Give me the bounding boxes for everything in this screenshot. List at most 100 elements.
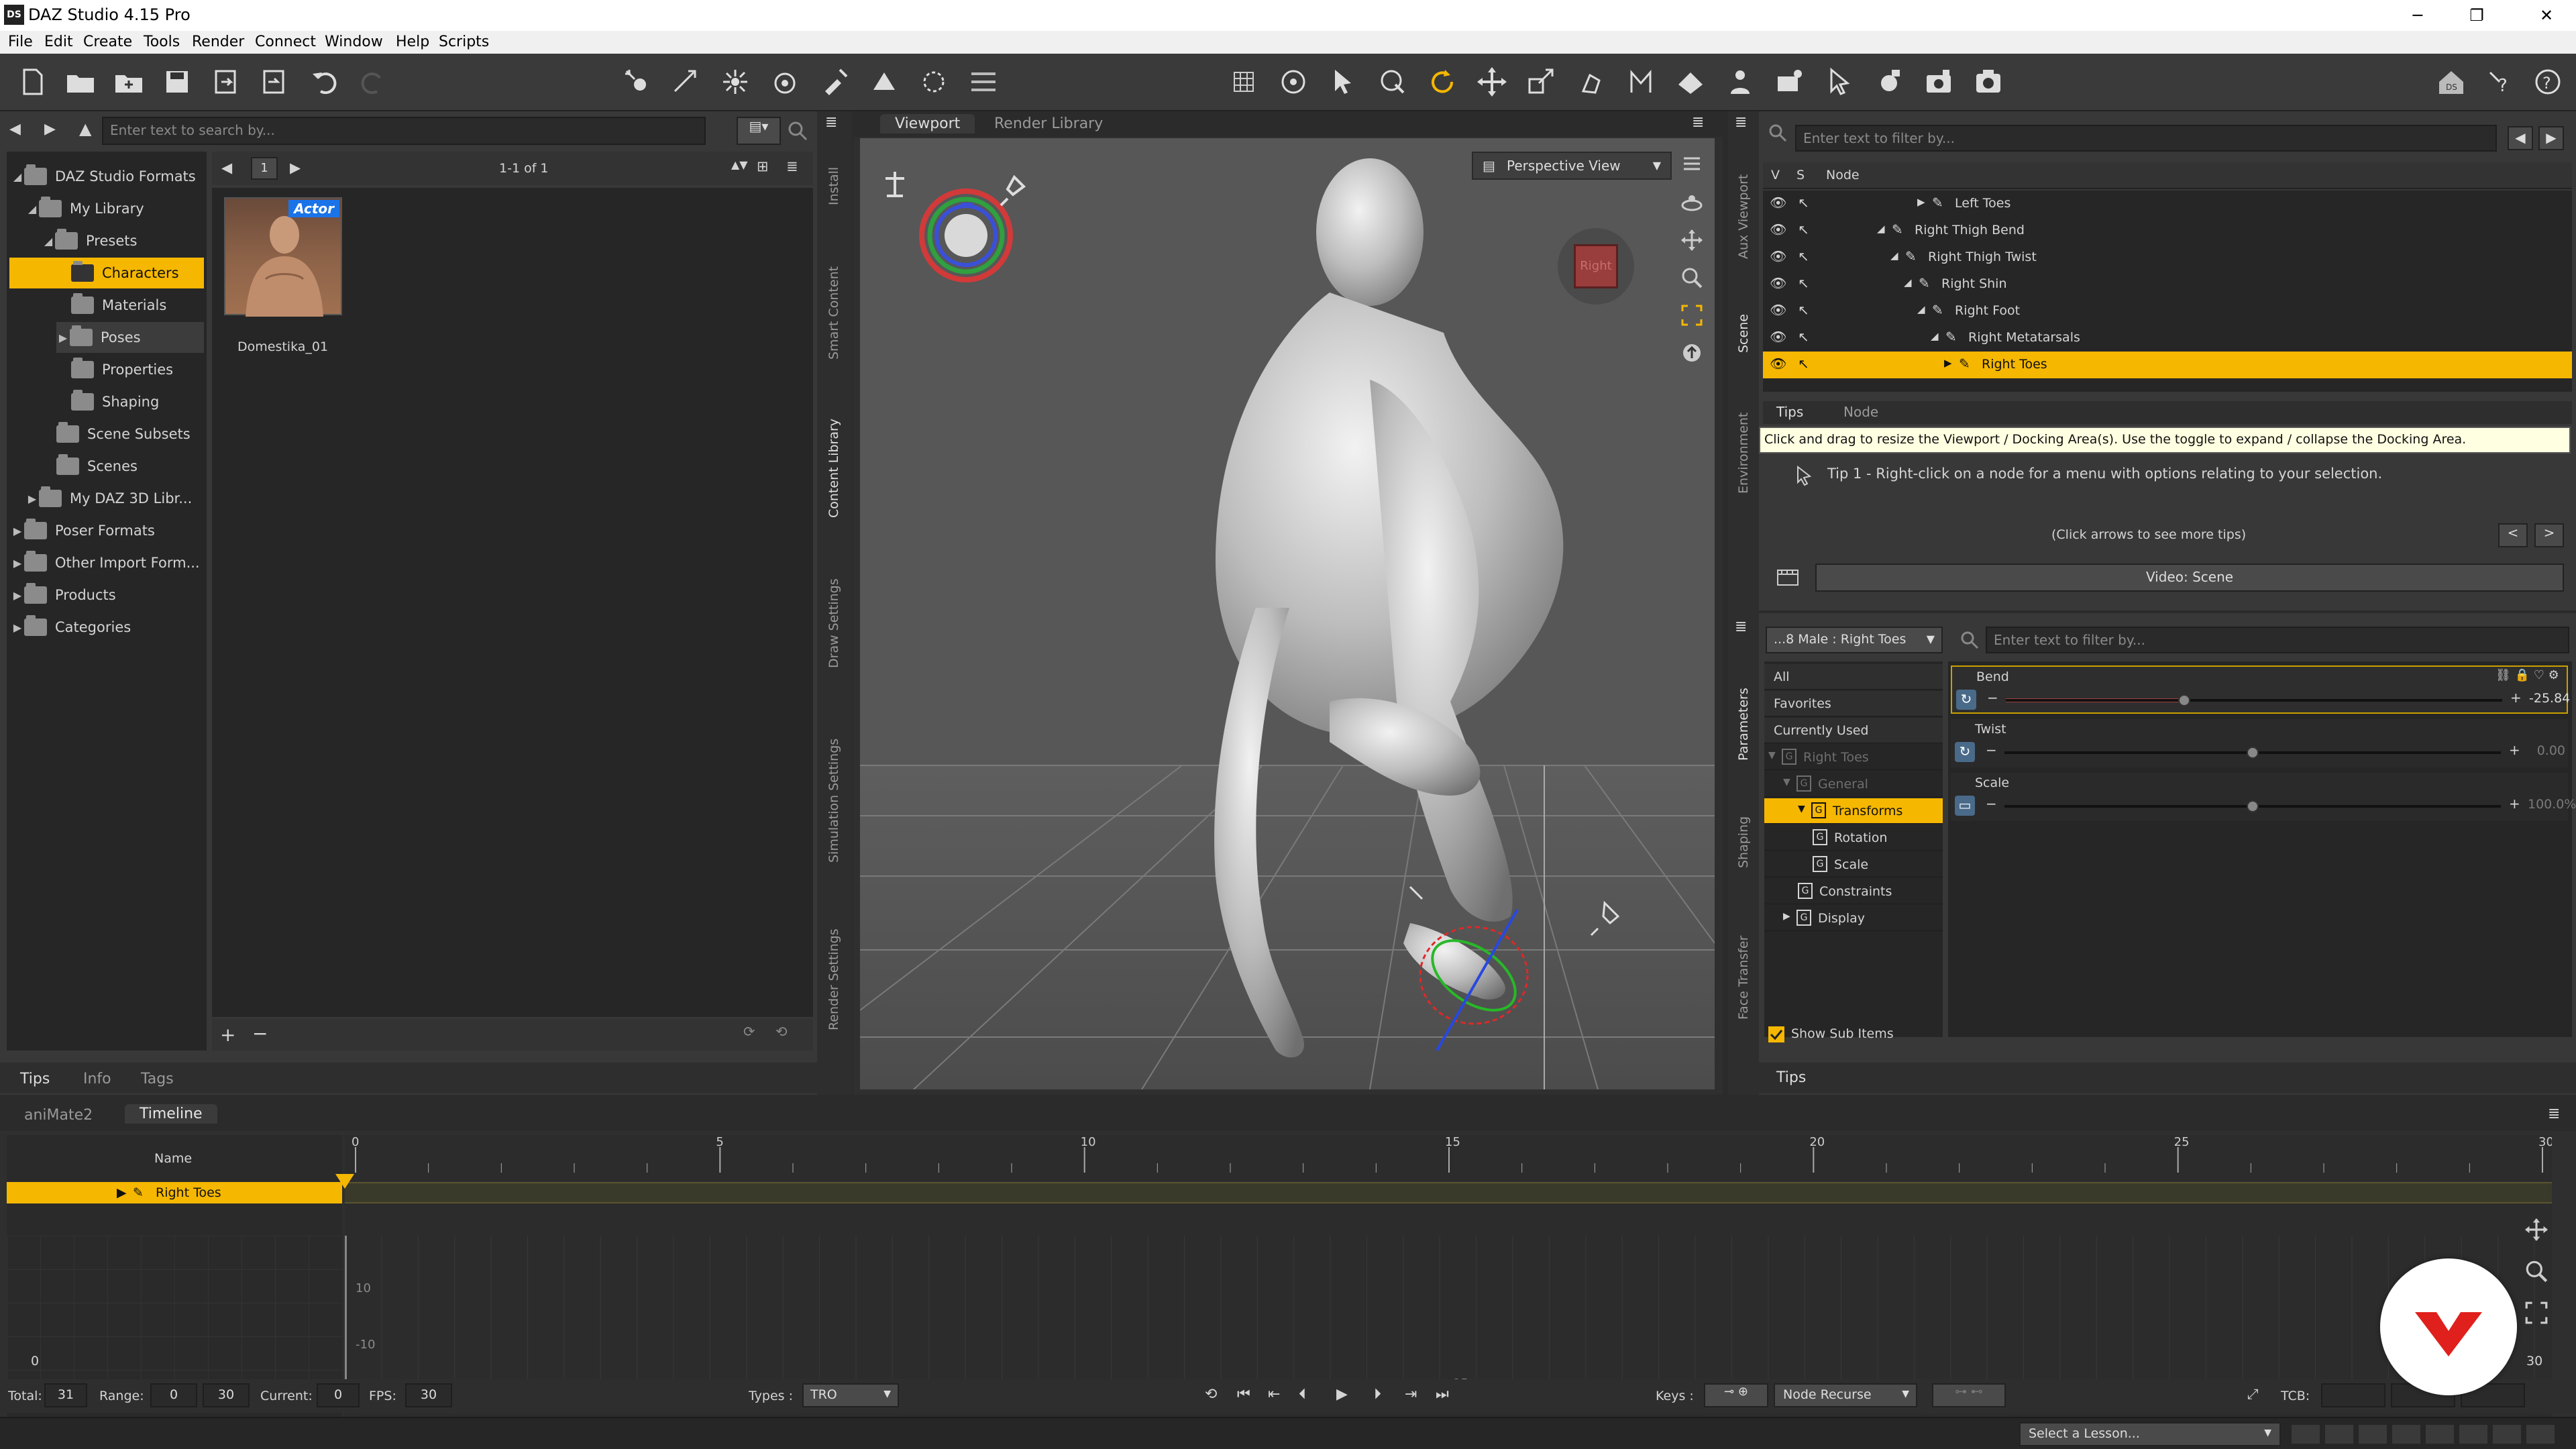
total-field[interactable]: 31 — [44, 1383, 87, 1407]
key-interpolation-icon[interactable]: ⊶ ⊷ — [1932, 1383, 2006, 1407]
menu-help[interactable]: Help — [396, 34, 429, 50]
timeline-zoom-icon[interactable] — [2524, 1258, 2549, 1284]
skip-end-icon[interactable]: ⏭ — [1436, 1386, 1449, 1403]
menu-window[interactable]: Window — [325, 34, 383, 50]
tree-item-scenes[interactable]: Scenes — [56, 451, 138, 482]
vtab-aux-viewport[interactable]: Aux Viewport — [1736, 174, 1751, 259]
search-icon[interactable] — [786, 119, 809, 142]
loop-icon[interactable]: ⟲ — [1205, 1386, 1217, 1403]
tree-item-my-library[interactable]: ◢ My Library — [25, 193, 144, 224]
refresh-icon[interactable]: ⟳ — [743, 1024, 755, 1040]
scene-node-row[interactable]: 👁 ↖ ▶ ✎ Left Toes — [1763, 191, 2572, 217]
tree-item-my-daz-3d-library[interactable]: ▶ My DAZ 3D Libr... — [25, 483, 192, 514]
vtab-shaping[interactable]: Shaping — [1736, 816, 1751, 868]
remove-icon[interactable]: − — [252, 1022, 268, 1044]
tab-tips[interactable]: Tips — [1776, 404, 1803, 420]
parameter-category-row[interactable]: G Scale — [1764, 852, 1943, 877]
scene-node-row[interactable]: 👁 ↖ ◢ ✎ Right Thigh Bend — [1763, 217, 2572, 244]
range-end-field[interactable]: 30 — [203, 1383, 250, 1407]
geometry-editor-icon[interactable] — [867, 64, 902, 99]
vtab-content-library[interactable]: Content Library — [826, 419, 841, 518]
menu-render[interactable]: Render — [192, 34, 244, 50]
collapse-arrow-icon[interactable]: ▶ — [11, 621, 24, 634]
menu-connect[interactable]: Connect — [255, 34, 316, 50]
collapse-arrow-icon[interactable]: ▶ — [1944, 357, 1952, 369]
slider-track[interactable] — [2006, 699, 2502, 702]
surface-icon[interactable] — [1673, 64, 1708, 99]
parameter-category-row[interactable]: ▼ G Transforms — [1764, 798, 1943, 824]
universal-tool-icon[interactable] — [1276, 64, 1311, 99]
tree-item-daz-studio-formats[interactable]: ◢ DAZ Studio Formats — [11, 161, 196, 192]
expand-arrow-icon[interactable]: ▼ — [1768, 750, 1776, 761]
decrement-icon[interactable]: − — [1987, 690, 1998, 706]
skip-start-icon[interactable]: ⏮ — [1237, 1386, 1250, 1403]
visibility-eye-icon[interactable]: 👁 — [1770, 275, 1786, 291]
tab-tips[interactable]: Tips — [1776, 1069, 1806, 1086]
scene-prev-icon[interactable]: ◀ — [2508, 126, 2533, 150]
nav-up-icon[interactable]: ▲ — [79, 119, 91, 138]
parameter-category-row[interactable]: ▼ G General — [1764, 771, 1943, 797]
render-camera-icon[interactable] — [1921, 64, 1956, 99]
expand-arrow-icon[interactable]: ◢ — [42, 235, 55, 248]
spotlight-icon[interactable] — [767, 64, 802, 99]
nav-back-icon[interactable]: ◀ — [9, 121, 21, 138]
expand-arrow-icon[interactable]: ◢ — [1904, 276, 1912, 288]
merge-folder-icon[interactable] — [111, 64, 146, 99]
tab-tips[interactable]: Tips — [20, 1071, 50, 1087]
lesson-step-button[interactable] — [2392, 1425, 2420, 1444]
expand-arrow-icon[interactable]: ◢ — [25, 203, 39, 215]
geometry-sculptor-icon[interactable] — [916, 64, 951, 99]
collapse-arrow-icon[interactable]: ▶ — [56, 331, 70, 344]
tab-node[interactable]: Node — [1843, 404, 1878, 420]
figure-setup-icon[interactable] — [1723, 64, 1758, 99]
column-visible[interactable]: V — [1771, 168, 1780, 182]
expand-arrow-icon[interactable]: ▶ — [117, 1182, 127, 1203]
sync-icon[interactable]: ⟲ — [775, 1024, 788, 1040]
collapse-arrow-icon[interactable]: ▶ — [25, 492, 39, 505]
parameter-value[interactable]: 100.0% — [2528, 797, 2576, 812]
current-field[interactable]: 0 — [317, 1383, 360, 1407]
expand-arrow-icon[interactable]: ▼ — [1798, 804, 1805, 814]
vtab-scene[interactable]: Scene — [1736, 314, 1751, 353]
vtab-install[interactable]: Install — [826, 167, 841, 205]
scale-tool-icon[interactable] — [1524, 64, 1559, 99]
lesson-select[interactable]: Select a Lesson... ▼ — [2019, 1422, 2281, 1446]
nav-forward-icon[interactable]: ▶ — [44, 121, 56, 138]
collapse-arrow-icon[interactable]: ▶ — [1917, 196, 1925, 208]
timeline-ruler[interactable]: 0 5 10 15 20 25 30 — [345, 1135, 2552, 1175]
spot-render-icon[interactable] — [1822, 64, 1857, 99]
collapse-arrow-icon[interactable]: ▶ — [11, 525, 24, 537]
parameters-filter-input[interactable]: Enter text to filter by... — [1986, 627, 2569, 653]
scene-node-row[interactable]: 👁 ↖ ◢ ✎ Right Foot — [1763, 298, 2572, 325]
export-icon[interactable] — [208, 64, 243, 99]
decrement-icon[interactable]: − — [1986, 796, 1997, 812]
pan-camera-icon[interactable] — [1680, 228, 1704, 252]
next-key-icon[interactable]: ⇥ — [1405, 1386, 1417, 1403]
import-icon[interactable] — [256, 64, 291, 99]
close-button[interactable]: ✕ — [2517, 0, 2576, 31]
tree-item-characters[interactable]: Characters — [9, 258, 204, 288]
view-cube[interactable]: Right — [1558, 228, 1634, 305]
3d-viewport[interactable]: Perspective View ▤ ▼ Right — [860, 138, 1715, 1089]
lesson-step-button[interactable] — [2325, 1425, 2353, 1444]
tab-animate2[interactable]: aniMate2 — [24, 1107, 93, 1124]
menu-tools[interactable]: Tools — [144, 34, 180, 50]
vtab-smart-content[interactable]: Smart Content — [826, 266, 841, 360]
lesson-step-button[interactable] — [2493, 1425, 2521, 1444]
track-row-right-toes[interactable]: ▶ ✎ Right Toes — [7, 1182, 342, 1203]
brush-tool-icon[interactable] — [817, 64, 852, 99]
play-icon[interactable]: ▶ — [1336, 1386, 1348, 1403]
step-back-icon[interactable]: ⏴ — [1299, 1386, 1306, 1403]
keyframe-track[interactable] — [345, 1182, 2552, 1203]
timeline-pan-icon[interactable] — [2524, 1217, 2549, 1242]
lesson-step-button[interactable] — [2526, 1425, 2555, 1444]
parameter-category-row[interactable]: Currently Used — [1764, 718, 1943, 743]
view-mode-button[interactable]: ▤▾ — [737, 117, 781, 145]
increment-icon[interactable]: + — [2509, 742, 2520, 758]
visibility-eye-icon[interactable]: 👁 — [1770, 302, 1786, 318]
visibility-eye-icon[interactable]: 👁 — [1770, 329, 1786, 345]
pane-menu-icon[interactable]: ≣ — [825, 114, 837, 131]
collapse-arrow-icon[interactable]: ▶ — [11, 557, 24, 570]
selectable-arrow-icon[interactable]: ↖ — [1798, 329, 1809, 345]
grid-toggle-icon[interactable] — [1226, 64, 1261, 99]
